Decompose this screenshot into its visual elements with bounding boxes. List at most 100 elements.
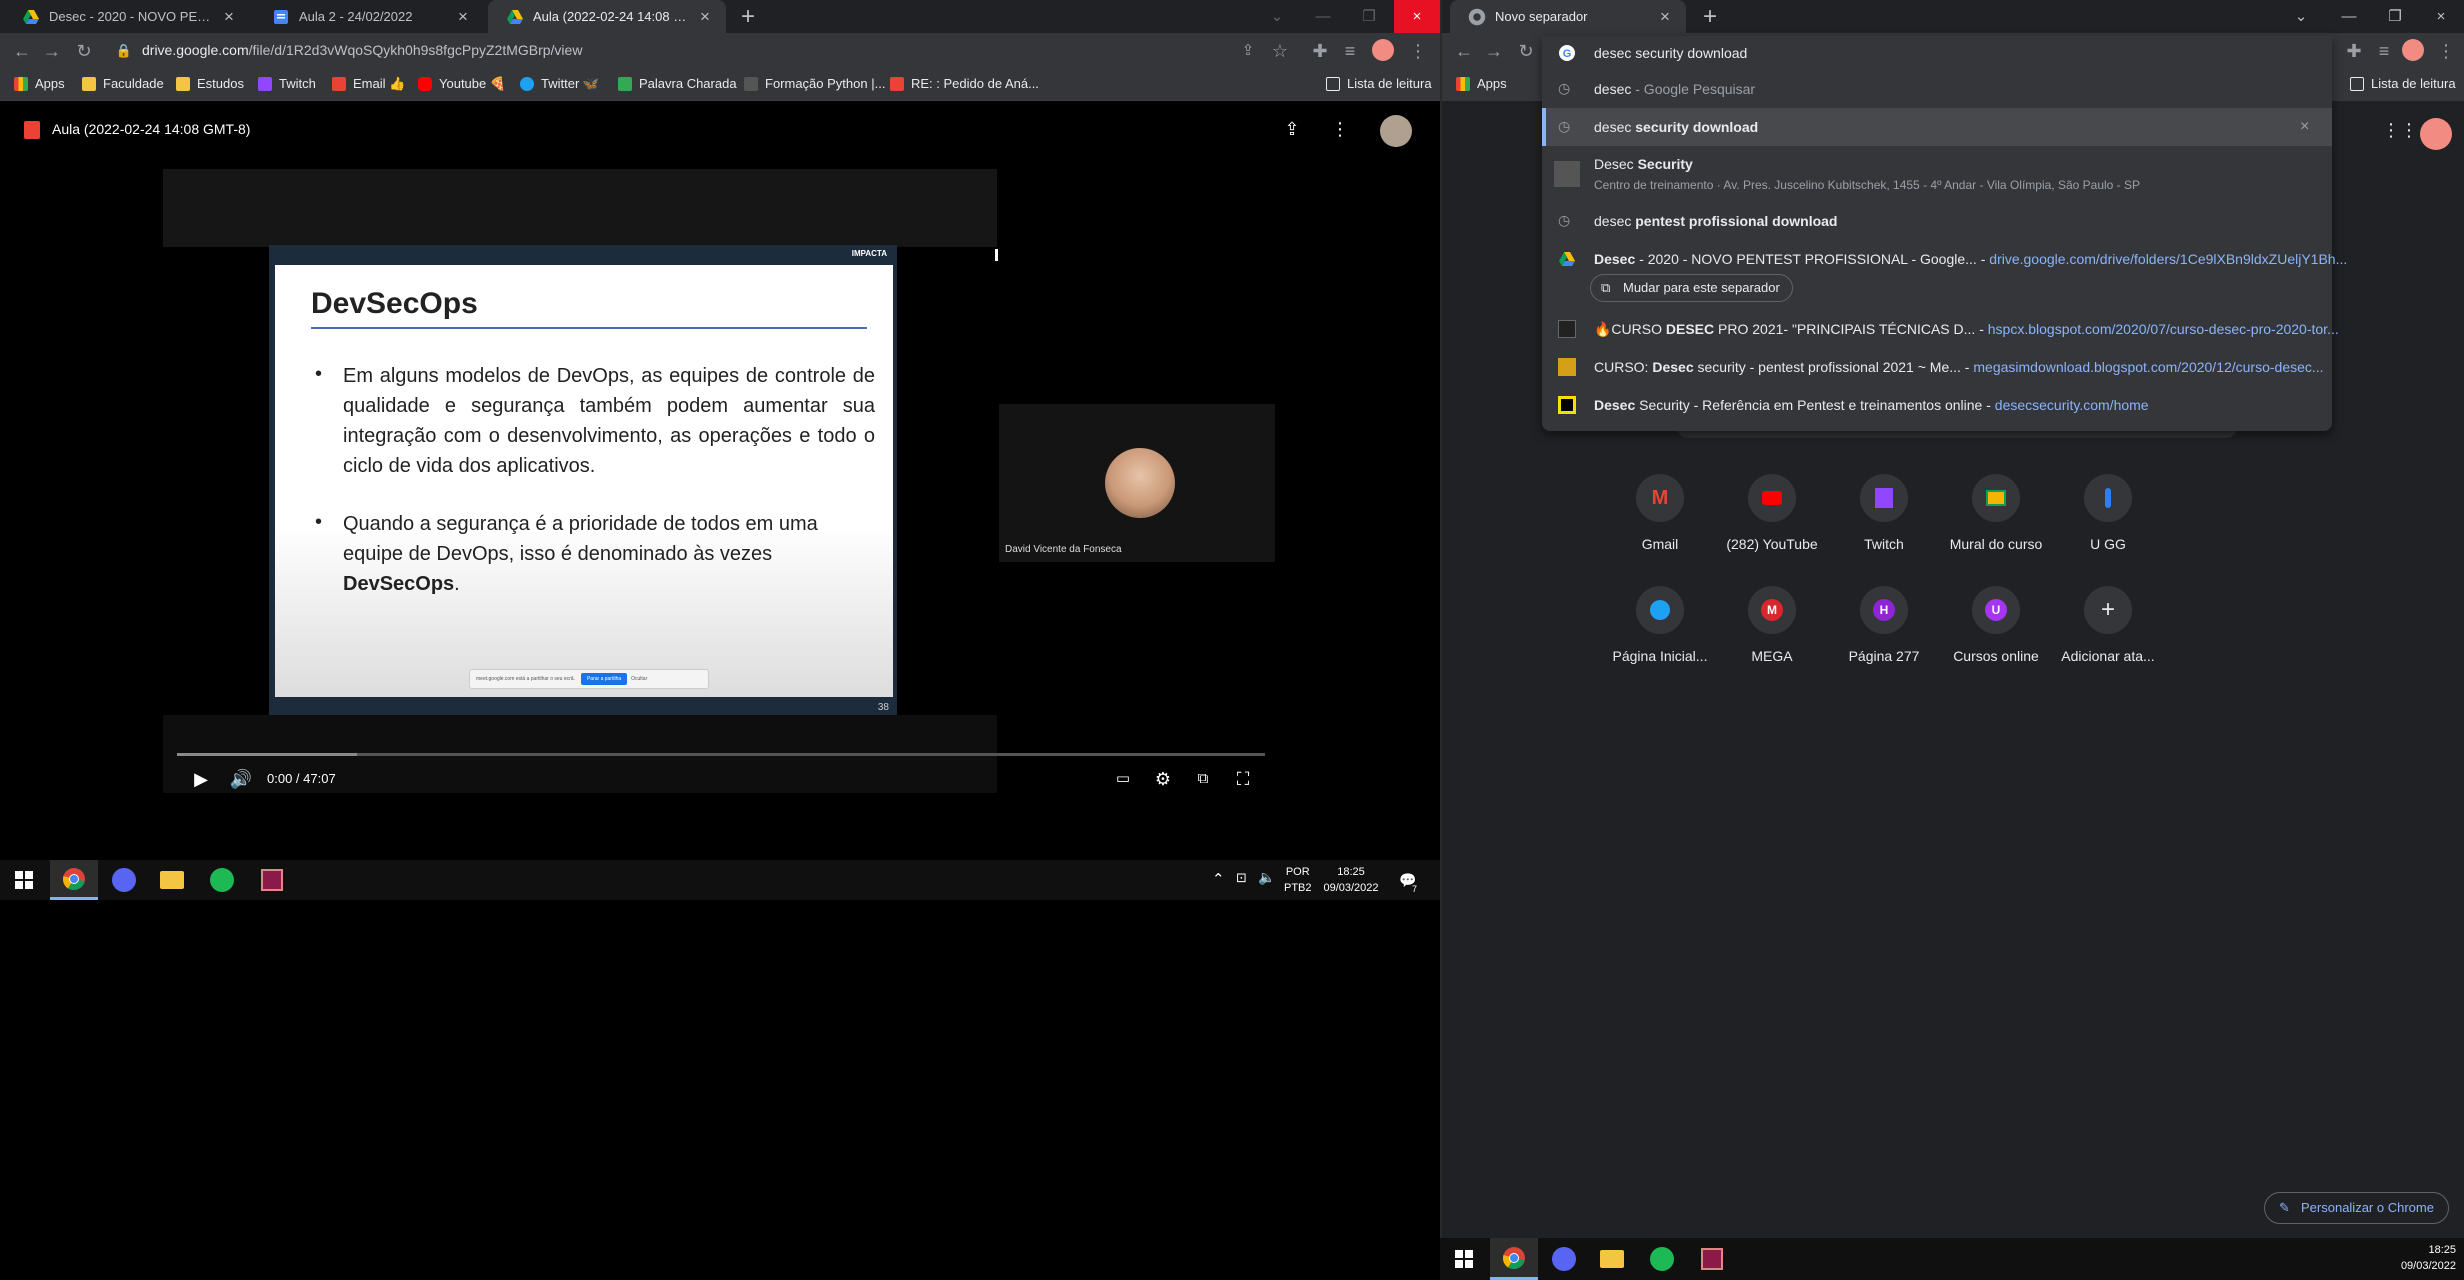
- forward-icon[interactable]: →: [40, 39, 64, 63]
- menu-icon[interactable]: ⋮: [2434, 39, 2458, 63]
- speaker-icon[interactable]: 🔈: [1258, 869, 1275, 886]
- close-window-icon[interactable]: ×: [1394, 0, 1440, 33]
- switch-to-tab-button[interactable]: ⧉ Mudar para este separador: [1590, 274, 1793, 302]
- new-tab-button[interactable]: +: [734, 0, 762, 33]
- tab-aula-2[interactable]: Aula 2 - 24/02/2022 ×: [254, 0, 484, 33]
- back-icon[interactable]: ←: [10, 39, 34, 63]
- more-options-icon[interactable]: ⋮: [1328, 119, 1352, 143]
- close-tab-icon[interactable]: ×: [1654, 6, 1676, 28]
- address-bar[interactable]: drive.google.com/file/d/1R2d3vWqoSQykh0h…: [142, 42, 582, 58]
- tab-new-tab[interactable]: Novo separador ×: [1450, 0, 1686, 33]
- profile-avatar[interactable]: [1372, 39, 1396, 63]
- close-tab-icon[interactable]: ×: [694, 6, 716, 28]
- bookmark-faculdade[interactable]: Faculdade: [82, 76, 164, 91]
- close-window-icon[interactable]: ×: [2418, 0, 2464, 33]
- file-explorer-icon[interactable]: [1588, 1238, 1636, 1280]
- restore-icon[interactable]: ❐: [2372, 0, 2418, 33]
- bookmark-youtube[interactable]: Youtube 🍕: [418, 76, 506, 92]
- extensions-icon[interactable]: ✚: [2342, 39, 2366, 63]
- bookmark-formacao-python[interactable]: Formação Python |...: [744, 76, 885, 91]
- close-tab-icon[interactable]: ×: [452, 6, 474, 28]
- restore-icon[interactable]: ❐: [1346, 0, 1392, 33]
- new-tab-button[interactable]: +: [1696, 0, 1724, 33]
- chrome-taskbar-icon[interactable]: [50, 860, 98, 900]
- bookmark-twitch[interactable]: Twitch: [258, 76, 316, 91]
- shortcut-twitch[interactable]: Twitch: [1828, 474, 1940, 552]
- menu-icon[interactable]: ⋮: [1406, 39, 1430, 63]
- reading-list[interactable]: Lista de leitura: [1326, 76, 1432, 91]
- miniplayer-icon[interactable]: ⧉: [1189, 767, 1217, 791]
- play-icon[interactable]: ▶: [187, 767, 215, 791]
- customize-chrome-button[interactable]: ✎ Personalizar o Chrome: [2264, 1192, 2449, 1224]
- subtitles-icon[interactable]: ▭: [1109, 767, 1137, 791]
- media-control-icon[interactable]: ≡: [1338, 39, 1362, 63]
- add-to-drive-icon[interactable]: ⇪: [1280, 119, 1304, 143]
- bookmark-apps[interactable]: Apps: [14, 76, 65, 91]
- shortcut-pagina-inicial[interactable]: Página Inicial...: [1604, 586, 1716, 664]
- share-icon[interactable]: ⇪: [1236, 39, 1260, 63]
- shortcut-gmail[interactable]: M Gmail: [1604, 474, 1716, 552]
- reload-icon[interactable]: ↻: [72, 39, 96, 63]
- shortcut-u-gg[interactable]: U GG: [2052, 474, 2164, 552]
- spotify-icon[interactable]: [198, 860, 246, 900]
- discord-icon[interactable]: [1540, 1238, 1588, 1280]
- minimize-icon[interactable]: —: [2326, 0, 2372, 33]
- minimize-icon[interactable]: —: [1300, 0, 1346, 33]
- remove-suggestion-icon[interactable]: ×: [2300, 118, 2309, 136]
- shortcut-pagina-277[interactable]: H Página 277: [1828, 586, 1940, 664]
- tab-aula-video[interactable]: Aula (2022-02-24 14:08 GMT-8) ×: [488, 0, 726, 33]
- suggestion-row[interactable]: Desec Security Centro de treinamento · A…: [1542, 146, 2332, 202]
- reading-list[interactable]: Lista de leitura: [2350, 76, 2456, 91]
- fullscreen-icon[interactable]: ⛶: [1229, 767, 1257, 791]
- suggestion-row-selected[interactable]: ◷ desec security download ×: [1542, 108, 2332, 146]
- windows-start-icon[interactable]: [1440, 1238, 1488, 1280]
- volume-icon[interactable]: 🔊: [227, 767, 255, 791]
- discord-icon[interactable]: [100, 860, 148, 900]
- tab-desec-drive[interactable]: Desec - 2020 - NOVO PENTEST P ×: [4, 0, 250, 33]
- chevron-up-icon[interactable]: ⌃: [1212, 870, 1225, 888]
- file-explorer-icon[interactable]: [148, 860, 196, 900]
- shortcut-add[interactable]: + Adicionar ata...: [2052, 586, 2164, 664]
- suggestion-row[interactable]: Desec - 2020 - NOVO PENTEST PROFISSIONAL…: [1542, 240, 2347, 278]
- shortcut-mega[interactable]: M MEGA: [1716, 586, 1828, 664]
- video-player[interactable]: IMPACTA DevSecOps • Em alguns modelos de…: [163, 169, 1277, 793]
- suggestion-row[interactable]: 🔥CURSO DESEC PRO 2021- "PRINCIPAIS TÉCNI…: [1542, 310, 2339, 348]
- shortcut-cursos-online[interactable]: U Cursos online: [1940, 586, 2052, 664]
- network-icon[interactable]: ⊡: [1236, 870, 1247, 886]
- winrar-icon[interactable]: [248, 860, 296, 900]
- suggestion-row[interactable]: ◷ desec - Google Pesquisar: [1542, 70, 2332, 108]
- media-control-icon[interactable]: ≡: [2372, 39, 2396, 63]
- bookmark-twitter[interactable]: Twitter 🦋: [520, 76, 599, 92]
- tab-search-icon[interactable]: ⌄: [1254, 0, 1300, 33]
- reload-icon[interactable]: ↻: [1514, 39, 1538, 63]
- bookmark-email[interactable]: Email 👍: [332, 76, 405, 92]
- google-apps-icon[interactable]: ⋮⋮: [2382, 120, 2418, 144]
- bookmark-palavra-charada[interactable]: Palavra Charada: [618, 76, 737, 91]
- windows-start-icon[interactable]: [0, 860, 48, 900]
- suggestion-row[interactable]: ◷ desec pentest profissional download: [1542, 202, 2332, 240]
- winrar-icon[interactable]: [1688, 1238, 1736, 1280]
- clock[interactable]: 18:25 09/03/2022: [2380, 1242, 2460, 1274]
- shortcut-mural-do-curso[interactable]: Mural do curso: [1940, 474, 2052, 552]
- bookmark-re-pedido[interactable]: RE: : Pedido de Aná...: [890, 76, 1039, 91]
- close-tab-icon[interactable]: ×: [218, 6, 240, 28]
- clock[interactable]: 18:25 09/03/2022: [1318, 864, 1384, 896]
- omnibox-input[interactable]: G desec security download: [1542, 36, 2332, 70]
- ntp-account-avatar[interactable]: [2420, 118, 2452, 150]
- bookmark-star-icon[interactable]: ☆: [1268, 39, 1292, 63]
- spotify-icon[interactable]: [1638, 1238, 1686, 1280]
- suggestion-row[interactable]: Desec Security - Referência em Pentest e…: [1542, 386, 2332, 424]
- lock-icon[interactable]: 🔒: [112, 39, 136, 63]
- back-icon[interactable]: ←: [1452, 39, 1476, 63]
- chrome-taskbar-icon[interactable]: [1490, 1238, 1538, 1280]
- tab-search-icon[interactable]: ⌄: [2278, 0, 2324, 33]
- settings-gear-icon[interactable]: ⚙: [1149, 767, 1177, 791]
- bookmark-apps[interactable]: Apps: [1456, 76, 1507, 91]
- suggestion-row[interactable]: CURSO: Desec security - pentest profissi…: [1542, 348, 2332, 386]
- extensions-icon[interactable]: ✚: [1308, 39, 1332, 63]
- account-avatar[interactable]: [1380, 115, 1412, 147]
- forward-icon[interactable]: →: [1482, 39, 1506, 63]
- language-indicator[interactable]: POR PTB2: [1284, 864, 1312, 896]
- bookmark-estudos[interactable]: Estudos: [176, 76, 244, 91]
- profile-avatar[interactable]: [2402, 39, 2426, 63]
